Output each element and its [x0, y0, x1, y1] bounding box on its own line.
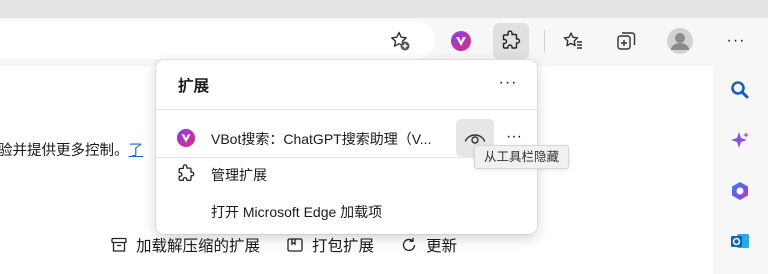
pack-extension-button[interactable]: 打包扩展 [286, 234, 374, 256]
outlook-icon[interactable] [726, 227, 754, 255]
open-edge-addons-label: 打开 Microsoft Edge 加载项 [211, 204, 383, 220]
manage-extensions-label: 管理扩展 [211, 167, 267, 183]
toolbar-divider [544, 30, 545, 52]
eye-icon [464, 134, 486, 144]
office-icon[interactable] [726, 177, 754, 205]
update-button[interactable]: 更新 [400, 234, 457, 256]
collections-icon[interactable] [608, 23, 644, 59]
vbot-extension-icon[interactable] [443, 23, 479, 59]
puzzle-icon [176, 164, 196, 184]
profile-avatar[interactable] [662, 23, 698, 59]
page-actions: 加载解压缩的扩展 打包扩展 更新 [110, 234, 457, 256]
extension-name: VBot搜索：ChatGPT搜索助理（V... [211, 131, 432, 147]
load-unpacked-button[interactable]: 加载解压缩的扩展 [110, 234, 260, 256]
popup-more-button[interactable]: ··· [495, 70, 521, 96]
page-description: 验并提供更多控制。了 [0, 143, 144, 159]
vbot-logo-icon [176, 128, 196, 148]
extensions-icon[interactable] [493, 23, 529, 59]
archive-icon [111, 237, 127, 252]
more-icon[interactable]: ··· [718, 23, 754, 59]
learn-more-link[interactable]: 了 [129, 143, 144, 159]
tooltip: 从工具栏隐藏 [474, 145, 570, 169]
favorites-icon[interactable] [555, 23, 591, 59]
popup-title: 扩展 [178, 78, 210, 95]
open-edge-addons-item[interactable]: 打开 Microsoft Edge 加载项 [156, 196, 537, 224]
address-bar[interactable] [0, 21, 435, 59]
search-icon[interactable] [726, 76, 754, 104]
favorite-add-icon[interactable] [382, 23, 418, 59]
refresh-icon [402, 237, 416, 252]
copilot-icon[interactable] [726, 127, 754, 155]
package-icon [287, 238, 303, 252]
tab-strip [0, 0, 768, 18]
